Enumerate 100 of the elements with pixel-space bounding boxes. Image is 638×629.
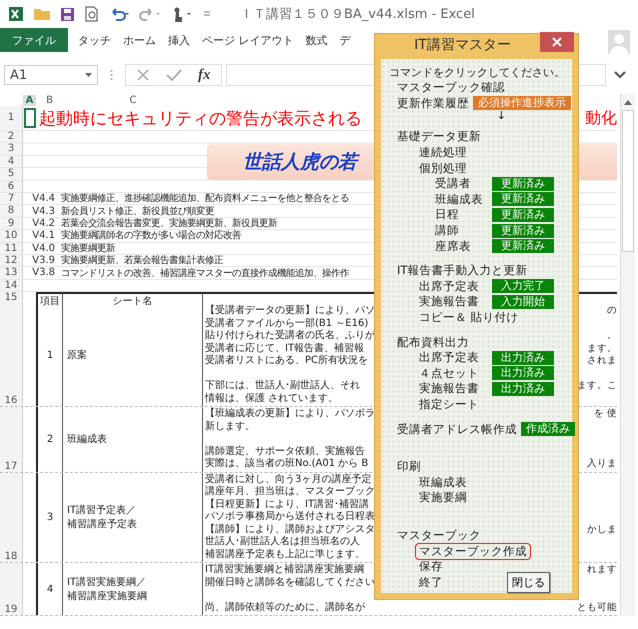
command-item[interactable]: ４点セット [415,364,483,382]
command-item[interactable]: 受講者アドレス帳作成 [393,420,521,438]
command-item[interactable]: 出席予定表 [415,349,483,366]
description-text: 。 [607,330,617,343]
command-item[interactable]: マスターブック [393,526,485,544]
command-item[interactable]: 講師 [431,222,463,240]
table-cell-text: 補習講座実施要綱 [67,590,147,604]
command-item[interactable]: 出席予定表 [415,278,483,295]
command-item[interactable]: 座席表 [431,238,475,255]
chevron-down-icon[interactable] [614,71,626,79]
redo-icon[interactable] [139,7,161,21]
description-text: れます [587,564,617,577]
description-text: 【受講者データの更新】により、パソ [205,305,375,318]
version-cell-text: V4.4 [31,193,56,204]
command-item[interactable]: 班編成表 [415,474,471,491]
command-item[interactable]: 保存 [415,558,447,576]
version-cell-text: V3.9 [31,255,56,266]
description-text: の [607,305,617,318]
row-number[interactable]: 17 [0,407,23,472]
close-dialog-button[interactable]: 閉じる [507,572,550,593]
selected-cell[interactable] [24,108,36,128]
insert-function-button[interactable]: fx [198,66,210,84]
description-text: 新します。 [205,420,255,434]
command-item[interactable]: 実施報告書 [415,380,483,398]
row-number[interactable]: 6 [0,180,23,193]
command-item[interactable]: 配布資料出力 [393,334,473,351]
status-badge: 必須操作進捗表示 [473,96,571,110]
vertical-scrollbar[interactable] [620,94,635,616]
version-cell-text: V3.8 [31,267,56,278]
table-cell-text: IT講習予定表／ [67,504,137,518]
command-item[interactable]: 実施要綱 [415,489,471,506]
description-text: 実際は、該当者の班No.(A01 から B [205,458,368,471]
ribbon-tab[interactable]: ページ レイアウト [196,28,300,52]
command-item[interactable]: 更新作業履歴 [393,94,473,112]
version-note: 実施要綱更新、若葉会報告書集計表修正 [61,254,223,268]
ribbon-tab[interactable]: ホーム [117,28,162,52]
column-header[interactable]: B [36,94,63,106]
command-item[interactable]: IT報告書手動入力と更新 [393,262,532,280]
description-text: 講師選定、サポータ依頼、実施報告 [205,446,365,458]
command-item[interactable]: 班編成表 [431,190,487,208]
command-item[interactable]: 終了 [415,574,447,591]
row-number[interactable]: 12 [0,254,23,266]
description-text: 【日程更新】により、IT講習･補習講 [205,498,370,510]
description-text: 【班編成表の更新】により、パソボラ [205,408,375,420]
print-preview-icon[interactable] [84,6,99,22]
cancel-icon[interactable] [136,68,150,82]
version-cell-text: V4.2 [31,218,56,229]
ribbon-tab[interactable]: デ [334,28,356,52]
ribbon-tab[interactable]: 数式 [300,28,334,52]
status-badge: 更新済み [492,208,554,222]
scroll-up-icon[interactable] [624,100,632,105]
row-number[interactable]: 3 [0,143,23,156]
column-heading: シート名 [63,292,203,304]
command-item[interactable]: 個別処理 [415,160,471,177]
row-number[interactable]: 15 [0,292,23,304]
row-number[interactable]: 8 [0,205,23,217]
row-number[interactable]: 9 [0,218,23,230]
close-button[interactable] [540,32,574,52]
ribbon-tab[interactable]: ファイル [0,28,68,52]
command-item[interactable]: 実施報告書 [415,293,483,310]
row-number[interactable]: 2 [0,131,23,144]
description-text: IT講習実施要綱と補習講座実施要綱 [205,564,364,576]
version-note: 若葉会交流会報告書変更、実施要綱更新、新役員更新 [61,216,277,230]
row-number[interactable]: 19 [0,563,23,616]
table-cell-text: 班編成表 [67,432,107,446]
close-icon[interactable] [552,36,562,47]
name-box[interactable]: A1 [4,65,98,85]
ribbon-tab[interactable]: タッチ [72,28,117,52]
column-header[interactable]: C [63,94,203,106]
description-text: 世話人･副世話人名は担当班名の人 [205,536,360,548]
ribbon-tab[interactable]: 挿入 [162,28,196,52]
column-header[interactable]: A [23,94,36,106]
scrollbar-thumb[interactable] [622,110,634,252]
row-number[interactable]: 7 [0,192,23,204]
command-item[interactable]: 日程 [431,206,463,224]
command-item[interactable]: マスターブック作成 [415,542,531,560]
row-number[interactable]: 11 [0,242,23,254]
description-text: 【講師】により、講師およびアシスタ [205,524,375,536]
row-number[interactable]: 18 [0,472,23,562]
command-item[interactable]: マスターブック確認 [393,79,509,96]
command-item[interactable]: 印刷 [393,458,425,476]
checkmark-icon[interactable] [166,68,182,82]
row-number[interactable]: 13 [0,267,23,279]
row-number[interactable]: 14 [0,280,23,292]
save-icon[interactable] [60,6,75,22]
row-number[interactable]: 16 [0,304,23,406]
status-badge: 入力完了 [492,279,554,294]
row-number[interactable]: 5 [0,168,23,181]
row-number[interactable]: 4 [0,156,23,168]
command-item[interactable]: 連続処理 [415,144,471,162]
customize-toolbar-icon[interactable] [203,10,211,18]
command-item[interactable]: 基礎データ更新 [393,128,485,146]
command-item[interactable]: 指定シート [415,396,483,413]
description-text: ます。こ [577,380,617,393]
row-number[interactable]: 10 [0,230,23,242]
row-number[interactable]: 1 [0,106,23,130]
command-item[interactable]: コピー＆ 貼り付け [415,308,523,326]
version-note: コマンドリストの改善、補習講座マスターの直接作成機能追加、操作作 [61,266,349,280]
status-badge: 出力済み [492,350,554,365]
description-text: 受講者ファイルから一部(B1 ～E16) [205,318,368,330]
